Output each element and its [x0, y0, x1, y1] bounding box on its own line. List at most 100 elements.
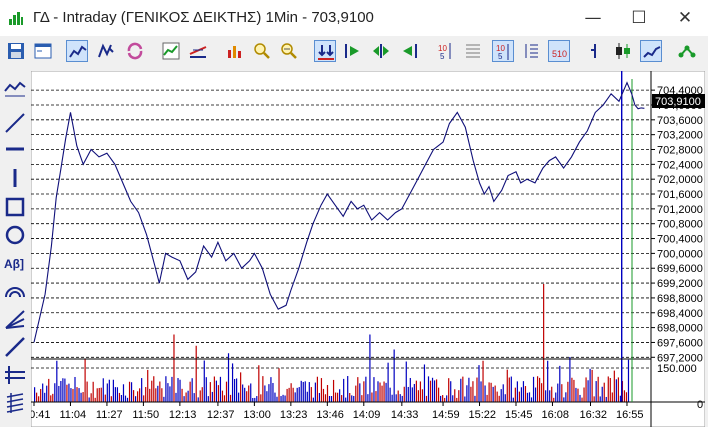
volume-bar [294, 392, 296, 402]
volume-bar [84, 358, 86, 402]
volume-bar [120, 394, 123, 402]
x-tick-label: 14:59 [432, 409, 460, 421]
fan-tool[interactable] [2, 306, 28, 332]
volume-bar [326, 385, 329, 402]
volume-bar [128, 381, 131, 402]
volume-bar [518, 391, 520, 402]
vertical-line-tool[interactable] [2, 165, 28, 191]
volume-bar [438, 387, 440, 402]
arc-tool[interactable] [2, 278, 28, 304]
volume-bar [506, 369, 508, 402]
decimals-icon: 105 [496, 44, 509, 61]
zoom-out-button[interactable] [278, 40, 300, 62]
indicator-icon [4, 81, 26, 97]
save-button[interactable] [5, 40, 27, 62]
zoom-in-icon [254, 43, 270, 59]
volume-bar [512, 397, 514, 402]
minimize-button[interactable]: — [570, 0, 616, 36]
line-chart-button[interactable] [66, 40, 88, 62]
volume-bar [298, 387, 300, 402]
volume-bar [496, 391, 498, 402]
volume-bar [385, 382, 387, 402]
volume-bar [403, 386, 405, 402]
volume-bar [615, 379, 617, 402]
back-button[interactable] [398, 40, 420, 62]
window-button[interactable] [32, 40, 54, 62]
candle-button[interactable] [612, 40, 634, 62]
volume-bar [504, 394, 506, 402]
volume-bar [72, 388, 74, 402]
ray-tool[interactable] [2, 334, 28, 360]
decimals-button[interactable]: 10 5 [492, 40, 514, 62]
area-line-button[interactable] [640, 40, 662, 62]
play-button[interactable] [342, 40, 364, 62]
volume-bar [238, 392, 240, 402]
horizontal-line-tool[interactable] [2, 136, 28, 162]
maximize-button[interactable]: ☐ [616, 0, 662, 36]
volume-bar [448, 378, 450, 402]
volume-bar [58, 385, 60, 402]
single-bar-button[interactable] [584, 40, 606, 62]
volume-bar [240, 372, 242, 402]
split-button[interactable] [314, 40, 336, 62]
x-tick-label: 15:22 [469, 409, 497, 421]
volume-bar [569, 357, 571, 402]
rectangle-tool[interactable] [2, 194, 28, 220]
volume-bar [415, 380, 417, 402]
volume-bar [599, 396, 601, 402]
indicator-tool[interactable] [2, 76, 28, 102]
trendline-tool[interactable] [2, 110, 28, 136]
volume-bar [429, 380, 432, 402]
ohlc-button[interactable] [95, 40, 117, 62]
refresh-button[interactable] [124, 40, 146, 62]
intraday-chart[interactable]: 704,4000704,0000703,6000703,2000702,8000… [31, 71, 705, 427]
volume-bar [40, 388, 42, 402]
bars-button[interactable] [224, 40, 246, 62]
volume-bar [458, 390, 460, 402]
fibonacci-tool[interactable] [2, 390, 28, 416]
volume-bar [56, 360, 58, 402]
volume-bar [472, 381, 474, 402]
y-tick-label: 699,2000 [657, 278, 703, 290]
volume-bar [143, 395, 145, 402]
volume-bar [371, 392, 373, 402]
volume-bar [328, 395, 331, 402]
decimals-alt-button[interactable]: 510 [548, 40, 570, 62]
current-price-label: 703,9100 [655, 96, 701, 108]
vertical-line-icon [13, 169, 17, 187]
volume-bar [520, 387, 523, 402]
volume-bar [349, 393, 351, 402]
channel-tool[interactable] [2, 362, 28, 388]
horizontal-line-icon [6, 147, 24, 151]
table-button[interactable] [520, 40, 542, 62]
volume-bar [286, 388, 288, 402]
chart-settings-button[interactable] [160, 40, 182, 62]
volume-bar [454, 389, 456, 402]
close-button[interactable]: ✕ [662, 0, 708, 36]
zoom-in-button[interactable] [251, 40, 273, 62]
volume-bar [229, 394, 232, 402]
volume-bar [555, 392, 557, 402]
numbers-button[interactable]: 10 5 [434, 40, 456, 62]
volume-bar [399, 394, 401, 402]
crosshair-button[interactable] [187, 40, 209, 62]
volume-bar [205, 377, 207, 402]
volume-bar [583, 387, 585, 402]
volume-bar [510, 376, 512, 402]
volume-bar [292, 387, 294, 402]
step-button[interactable] [370, 40, 392, 62]
volume-bar [276, 396, 278, 402]
volume-bar [38, 396, 40, 402]
x-tick-label: 14:33 [391, 409, 419, 421]
volume-bar [486, 394, 488, 402]
volume-bar [122, 384, 125, 402]
volume-bar [613, 370, 615, 402]
volume-bar [318, 392, 321, 402]
ellipse-tool[interactable] [2, 222, 28, 248]
grid-button[interactable] [462, 40, 484, 62]
text-tool[interactable]: Aβ] [2, 250, 28, 276]
network-button[interactable] [676, 40, 698, 62]
candle-icon [616, 43, 630, 59]
decimals-alt-icon: 510 [552, 49, 567, 59]
volume-bar [484, 385, 486, 402]
